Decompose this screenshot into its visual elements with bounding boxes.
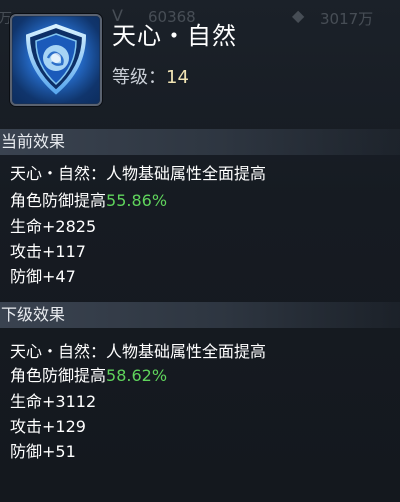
current-stat-attack: 攻击+117: [10, 242, 86, 261]
currency2-amount: 3017万: [320, 10, 374, 28]
skill-name: 天心・自然: [112, 22, 237, 50]
skill-level: 等级：14: [112, 63, 189, 89]
current-effect-header: 当前效果: [0, 129, 400, 155]
next-stat-defense: 防御+51: [10, 442, 76, 461]
skill-icon[interactable]: [10, 14, 102, 106]
next-stat-attack: 攻击+129: [10, 417, 86, 436]
current-effect-desc: 天心・自然：人物基础属性全面提高: [10, 164, 267, 183]
next-defense-boost: 角色防御提高58.62%: [10, 362, 167, 386]
current-stat-hp: 生命+2825: [10, 217, 97, 236]
skill-detail-panel: 万 V 60368 ◆ 3017万 天心・自然 等级：14 当前效果 天心・自然…: [0, 0, 400, 502]
shield-icon: [12, 16, 100, 104]
next-effect-header: 下级效果: [0, 302, 400, 328]
defense-percent: 58.62%: [106, 366, 168, 385]
defense-percent: 55.86%: [106, 191, 168, 210]
level-value: 14: [166, 67, 189, 88]
current-defense-boost: 角色防御提高55.86%: [10, 187, 167, 211]
gem-icon: ◆: [292, 6, 305, 25]
defense-prefix: 角色防御提高: [10, 366, 107, 385]
defense-prefix: 角色防御提高: [10, 191, 107, 210]
next-stat-hp: 生命+3112: [10, 392, 97, 411]
next-effect-desc: 天心・自然：人物基础属性全面提高: [10, 342, 267, 361]
current-stat-defense: 防御+47: [10, 267, 76, 286]
level-label: 等级：: [112, 67, 166, 88]
